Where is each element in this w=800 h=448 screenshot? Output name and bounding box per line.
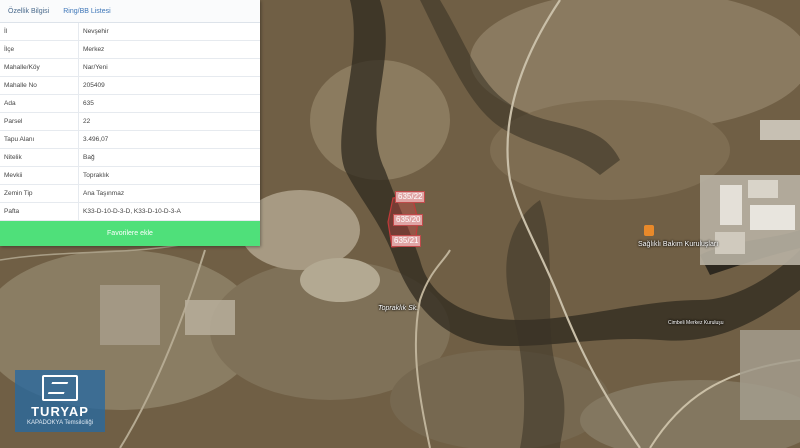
orange-pin-icon[interactable] bbox=[644, 225, 654, 236]
row-value: Nevşehir bbox=[78, 23, 260, 41]
parcel-info-table: İl Nevşehir İlçe Merkez Mahalle/Köy Nar/Yen… bbox=[0, 23, 260, 221]
row-value: Merkez bbox=[78, 40, 260, 59]
row-value: Nar/Yeni bbox=[78, 58, 260, 77]
row-key: Mahalle No bbox=[0, 76, 79, 95]
tab-ring-list[interactable]: Ring/BB Listesi bbox=[63, 8, 110, 15]
logo-subtitle: KAPADOKYA Temsilciliği bbox=[26, 420, 94, 426]
turyap-logo: TURYAP KAPADOKYA Temsilciliği bbox=[15, 370, 105, 432]
table-row: Nitelik Bağ bbox=[0, 148, 260, 167]
row-value: Topraklık bbox=[78, 166, 260, 185]
parcel-info-panel: Özellik Bilgisi Ring/BB Listesi İl Nevşeh… bbox=[0, 0, 260, 246]
add-to-favorites-button[interactable]: Favorilere ekle bbox=[0, 221, 260, 246]
row-value: 22 bbox=[78, 112, 260, 131]
row-value: Bağ bbox=[78, 148, 260, 167]
row-value: Ana Taşınmaz bbox=[78, 184, 260, 203]
place-label: Sağlıklı Bakım Kuruluşları bbox=[638, 241, 719, 248]
row-key: Nitelik bbox=[0, 148, 79, 167]
street-label: Topraklık Sk. bbox=[378, 305, 419, 312]
table-row: Mahalle No 205409 bbox=[0, 76, 260, 95]
tab-feature-info[interactable]: Özellik Bilgisi bbox=[8, 8, 49, 15]
table-row: İlçe Merkez bbox=[0, 40, 260, 59]
table-row: İl Nevşehir bbox=[0, 23, 260, 41]
table-row: Mevkii Topraklık bbox=[0, 166, 260, 185]
row-key: Parsel bbox=[0, 112, 79, 131]
row-key: Ada bbox=[0, 94, 79, 113]
row-value: 205409 bbox=[78, 76, 260, 95]
parcel-label[interactable]: 635/22 bbox=[395, 191, 426, 203]
row-value: 635 bbox=[78, 94, 260, 113]
table-row: Mahalle/Köy Nar/Yeni bbox=[0, 58, 260, 77]
row-key: Tapu Alanı bbox=[0, 130, 79, 149]
table-row: Ada 635 bbox=[0, 94, 260, 113]
parcel-label[interactable]: 635/21 bbox=[391, 235, 422, 247]
table-row: Parsel 22 bbox=[0, 112, 260, 131]
handshake-icon bbox=[42, 375, 78, 401]
logo-name: TURYAP bbox=[31, 404, 89, 419]
row-key: Mahalle/Köy bbox=[0, 58, 79, 77]
table-row: Pafta K33-D-10-D-3-D, K33-D-10-D-3-A bbox=[0, 202, 260, 221]
row-key: Mevkii bbox=[0, 166, 79, 185]
panel-tabs: Özellik Bilgisi Ring/BB Listesi bbox=[0, 0, 260, 23]
row-key: İl bbox=[0, 23, 79, 41]
table-row: Zemin Tip Ana Taşınmaz bbox=[0, 184, 260, 203]
parcel-label[interactable]: 635/20 bbox=[393, 214, 424, 226]
row-value: K33-D-10-D-3-D, K33-D-10-D-3-A bbox=[78, 202, 260, 221]
row-key: Pafta bbox=[0, 202, 79, 221]
row-value: 3.496,07 bbox=[78, 130, 260, 149]
table-row: Tapu Alanı 3.496,07 bbox=[0, 130, 260, 149]
place-label: Cimbeli Merkez Kuruluşu bbox=[668, 320, 724, 326]
row-key: İlçe bbox=[0, 40, 79, 59]
row-key: Zemin Tip bbox=[0, 184, 79, 203]
